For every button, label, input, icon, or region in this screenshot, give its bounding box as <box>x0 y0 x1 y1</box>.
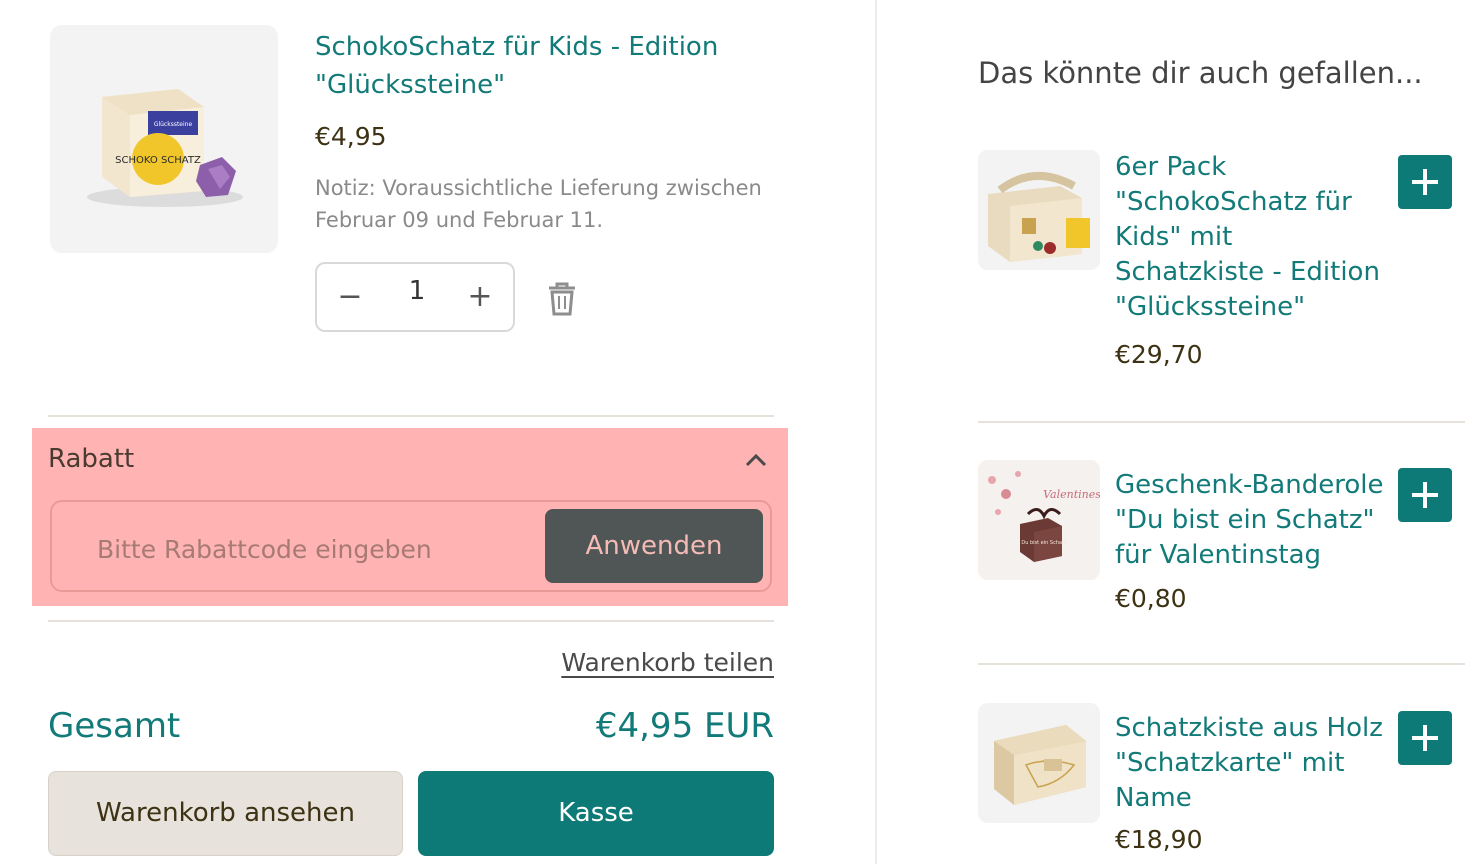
add-recommendation-button[interactable] <box>1398 468 1452 522</box>
quantity-value[interactable]: 1 <box>387 276 447 306</box>
collapse-discount-button[interactable] <box>742 446 770 474</box>
delivery-note: Notiz: Voraussichtliche Lieferung zwisch… <box>315 176 762 232</box>
total-label: Gesamt <box>48 706 181 746</box>
discount-code-input[interactable] <box>95 530 519 568</box>
banderole-script-text: Valentines <box>1043 488 1100 501</box>
recommendations-heading: Das könnte dir auch gefallen... <box>978 56 1423 90</box>
divider <box>978 663 1465 665</box>
total-value: €4,95 EUR <box>595 706 774 746</box>
product-title[interactable]: SchokoSchatz für Kids - Edition "Glückss… <box>315 28 745 104</box>
quantity-stepper: − 1 + <box>315 262 515 332</box>
recommendation-price: €29,70 <box>1115 340 1203 369</box>
view-cart-button[interactable]: Warenkorb ansehen <box>48 771 403 856</box>
remove-item-button[interactable] <box>543 280 581 318</box>
discount-label[interactable]: Rabatt <box>48 444 134 474</box>
recommendation-title[interactable]: Schatzkiste aus Holz "Schatzkarte" mit N… <box>1115 711 1385 816</box>
chevron-up-icon <box>745 453 767 467</box>
checkout-button[interactable]: Kasse <box>418 771 774 856</box>
recommendation-image[interactable]: Valentines Du bist ein Schatz <box>978 460 1100 580</box>
product-box-tag: Glückssteine <box>154 121 193 128</box>
product-price: €4,95 <box>315 122 387 151</box>
add-recommendation-button[interactable] <box>1398 711 1452 765</box>
recommendation-image[interactable] <box>978 703 1100 823</box>
divider <box>978 421 1465 423</box>
recommendation-price: €0,80 <box>1115 584 1187 613</box>
recommendation-title[interactable]: Geschenk-Banderole "Du bist ein Schatz" … <box>1115 468 1385 573</box>
divider <box>48 415 774 417</box>
share-cart-link[interactable]: Warenkorb teilen <box>561 648 774 677</box>
apply-discount-button[interactable]: Anwenden <box>545 509 763 583</box>
divider <box>48 620 774 622</box>
decrease-quantity-button[interactable]: − <box>325 274 375 320</box>
recommendation-title[interactable]: 6er Pack "SchokoSchatz für Kids" mit Sch… <box>1115 150 1385 325</box>
recommendation-price: €18,90 <box>1115 825 1203 854</box>
increase-quantity-button[interactable]: + <box>455 274 505 320</box>
product-image[interactable]: SCHOKO SCHATZ Glückssteine <box>50 25 278 253</box>
column-divider <box>875 0 877 864</box>
trash-icon <box>549 282 575 316</box>
add-recommendation-button[interactable] <box>1398 155 1452 209</box>
banderole-box-text: Du bist ein Schatz <box>1021 540 1067 546</box>
recommendation-image[interactable] <box>978 150 1100 270</box>
product-box-brand: SCHOKO SCHATZ <box>115 155 201 166</box>
